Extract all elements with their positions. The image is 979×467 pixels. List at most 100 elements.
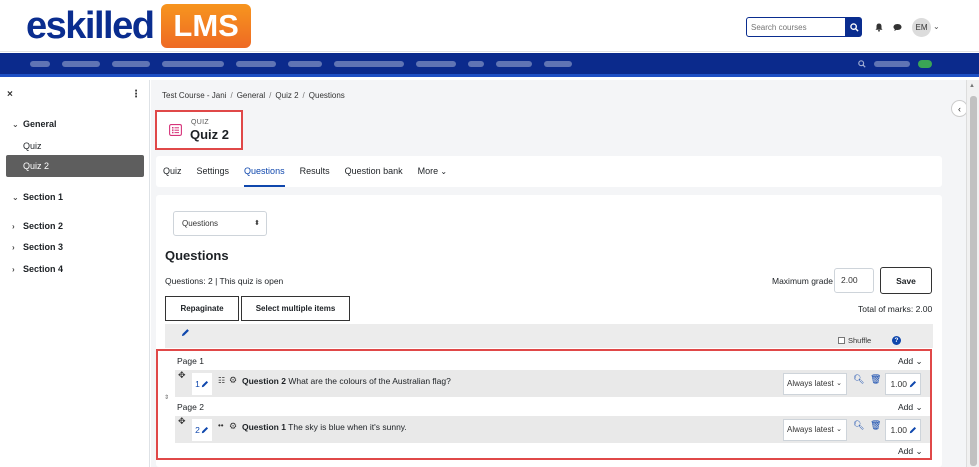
nav-item[interactable]: [496, 61, 532, 67]
version-select[interactable]: Always latest ⌄: [783, 373, 847, 395]
secondary-navigation: Quiz Settings Questions Results Question…: [156, 156, 942, 187]
sidebar-section-label: Section 2: [23, 221, 64, 231]
tertiary-navigation-select[interactable]: Questions ⬍: [173, 211, 267, 236]
question-mark[interactable]: 1.00: [885, 419, 921, 441]
nav-item[interactable]: [162, 61, 224, 67]
breadcrumb-separator: /: [302, 91, 305, 100]
sidebar-section-label: Section 4: [23, 264, 64, 274]
scroll-up-icon[interactable]: ▲: [969, 83, 975, 89]
nav-item[interactable]: [30, 61, 50, 67]
shuffle-toggle[interactable]: Shuffle: [838, 336, 871, 345]
question-number[interactable]: 1: [192, 373, 212, 395]
question-text[interactable]: Question 1 The sky is blue when it's sun…: [242, 422, 407, 432]
nav-item[interactable]: [236, 61, 276, 67]
tab-quiz[interactable]: Quiz: [163, 156, 182, 187]
question-number-value: 2: [195, 425, 200, 435]
tab-more[interactable]: More ⌄: [418, 156, 447, 187]
sidebar-section-label: Section 3: [23, 242, 64, 252]
save-button[interactable]: Save: [880, 267, 932, 294]
question-text[interactable]: Question 2 What are the colours of the A…: [242, 376, 451, 386]
move-icon[interactable]: ✥: [178, 370, 186, 381]
chevron-down-icon[interactable]: ⌄: [12, 120, 19, 129]
search-icon[interactable]: [858, 60, 866, 68]
sidebar-item-quiz[interactable]: Quiz: [23, 141, 42, 151]
add-menu[interactable]: Add ⌄: [898, 356, 923, 367]
chevron-right-icon[interactable]: ›: [12, 243, 18, 252]
pencil-icon[interactable]: [909, 426, 917, 434]
preview-icon[interactable]: 🔍︎: [853, 420, 864, 431]
sidebar-item-quiz-2[interactable]: Quiz 2: [6, 155, 144, 177]
sidebar-section-general[interactable]: ⌄ General: [12, 119, 57, 129]
chat-icon[interactable]: [892, 22, 902, 32]
sidebar-section-1[interactable]: ⌄ Section 1: [12, 192, 63, 202]
chevron-down-icon: ⌄: [836, 380, 842, 387]
logo-badge: LMS: [161, 4, 251, 48]
gear-icon[interactable]: ⚙: [229, 421, 237, 432]
version-value: Always latest: [787, 425, 834, 434]
version-select[interactable]: Always latest ⌄: [783, 419, 847, 441]
tab-settings[interactable]: Settings: [197, 156, 230, 187]
add-menu[interactable]: Add ⌄: [898, 446, 923, 457]
question-number[interactable]: 2: [192, 419, 212, 441]
close-icon[interactable]: ×: [7, 89, 13, 100]
nav-item[interactable]: [468, 61, 484, 67]
logo-wordmark: eskilled: [26, 5, 155, 47]
question-mark[interactable]: 1.00: [885, 373, 921, 395]
help-icon[interactable]: ?: [892, 336, 901, 345]
site-header: eskilled LMS EM ⌄: [0, 0, 979, 52]
trash-icon[interactable]: 🗑︎: [870, 374, 881, 385]
sort-caret-icon: ⬍: [254, 220, 260, 227]
kebab-menu-icon[interactable]: ⋮: [131, 89, 141, 100]
shuffle-checkbox[interactable]: [838, 337, 845, 344]
gear-icon[interactable]: ⚙: [229, 375, 237, 386]
tab-questions[interactable]: Questions: [244, 156, 285, 187]
breadcrumb-item[interactable]: Quiz 2: [275, 91, 298, 100]
bell-icon[interactable]: [874, 22, 884, 32]
chevron-right-icon[interactable]: ›: [12, 222, 18, 231]
scroll-thumb[interactable]: [970, 96, 977, 466]
activity-header: QUIZ Quiz 2: [155, 110, 243, 150]
trash-icon[interactable]: 🗑︎: [870, 420, 881, 431]
breadcrumb-item[interactable]: General: [237, 91, 265, 100]
mark-value: 1.00: [890, 425, 907, 435]
tab-results[interactable]: Results: [300, 156, 330, 187]
pencil-icon[interactable]: [201, 380, 209, 388]
nav-item[interactable]: [288, 61, 322, 67]
search-input[interactable]: [746, 17, 846, 37]
drag-handle-icon[interactable]: ⇕: [164, 394, 169, 401]
pencil-icon[interactable]: [909, 380, 917, 388]
search-button[interactable]: [846, 17, 862, 37]
tab-question-bank[interactable]: Question bank: [345, 156, 403, 187]
site-logo[interactable]: eskilled LMS: [26, 4, 251, 48]
chevron-right-icon[interactable]: ›: [12, 265, 18, 274]
chevron-down-icon: ⌄: [836, 426, 842, 433]
repaginate-button[interactable]: Repaginate: [165, 296, 239, 321]
avatar[interactable]: EM: [912, 18, 931, 37]
sidebar-section-label: Section 1: [23, 192, 64, 202]
page-scrollbar[interactable]: ▲: [966, 80, 979, 467]
pencil-icon[interactable]: [181, 328, 190, 337]
nav-item[interactable]: [416, 61, 456, 67]
preview-icon[interactable]: 🔍︎: [853, 374, 864, 385]
sidebar-section-4[interactable]: › Section 4: [12, 264, 63, 274]
sidebar-section-3[interactable]: › Section 3: [12, 242, 63, 252]
move-icon[interactable]: ✥: [178, 416, 186, 427]
add-menu[interactable]: Add ⌄: [898, 402, 923, 413]
add-label: Add: [898, 402, 914, 412]
question-number-value: 1: [195, 379, 200, 389]
quiz-status: Questions: 2 | This quiz is open: [165, 276, 284, 286]
nav-item[interactable]: [62, 61, 100, 67]
activity-type: QUIZ: [191, 119, 209, 126]
pencil-icon[interactable]: [201, 426, 209, 434]
sidebar-section-2[interactable]: › Section 2: [12, 221, 63, 231]
breadcrumb-item[interactable]: Test Course - Jani: [162, 91, 226, 100]
chevron-down-icon[interactable]: ⌄: [933, 22, 940, 31]
nav-item[interactable]: [334, 61, 404, 67]
nav-item[interactable]: [544, 61, 572, 67]
chevron-down-icon: ⌄: [913, 446, 923, 456]
nav-item[interactable]: [112, 61, 150, 67]
edit-mode-toggle[interactable]: [918, 60, 932, 68]
select-multiple-button[interactable]: Select multiple items: [241, 296, 350, 321]
max-grade-input[interactable]: 2.00: [834, 268, 874, 293]
chevron-down-icon[interactable]: ⌄: [12, 193, 19, 202]
